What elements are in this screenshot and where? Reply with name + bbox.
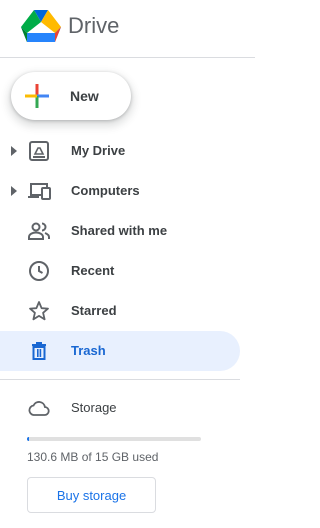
nav-item-recent[interactable]: Recent [0,251,240,291]
cloud-icon [28,401,50,416]
new-button-label: New [70,88,99,104]
storage-usage-fill [27,437,29,441]
star-icon [29,301,49,321]
buy-storage-button[interactable]: Buy storage [27,477,156,513]
nav-item-storage[interactable]: Storage [0,388,240,428]
storage-label: Storage [71,400,117,415]
nav-divider [0,379,240,380]
nav-item-trash[interactable]: Trash [0,331,240,371]
expand-caret-icon[interactable] [10,185,18,197]
computers-icon [28,183,51,200]
nav-label: Trash [71,343,106,358]
storage-usage-text: 130.6 MB of 15 GB used [27,450,159,464]
recent-clock-icon [29,261,49,281]
header: Drive [0,0,255,57]
storage-usage-bar [27,437,201,441]
drive-logo-icon[interactable] [21,8,61,44]
plus-icon [25,84,49,108]
nav-item-computers[interactable]: Computers [0,171,240,211]
nav-label: Recent [71,263,115,278]
nav-item-shared-with-me[interactable]: Shared with me [0,211,240,251]
nav-item-my-drive[interactable]: My Drive [0,131,240,171]
nav-label: My Drive [71,143,126,158]
expand-caret-icon[interactable] [10,145,18,157]
header-divider [0,57,255,58]
app-title[interactable]: Drive [68,13,119,39]
nav-label: Starred [71,303,117,318]
buy-storage-label: Buy storage [56,488,127,503]
new-button[interactable]: New [11,72,131,120]
my-drive-icon [29,141,49,161]
nav-item-starred[interactable]: Starred [0,291,240,331]
nav-label: Shared with me [71,223,168,238]
nav-label: Computers [71,183,140,198]
shared-with-me-icon [28,222,50,240]
trash-icon [32,342,46,360]
